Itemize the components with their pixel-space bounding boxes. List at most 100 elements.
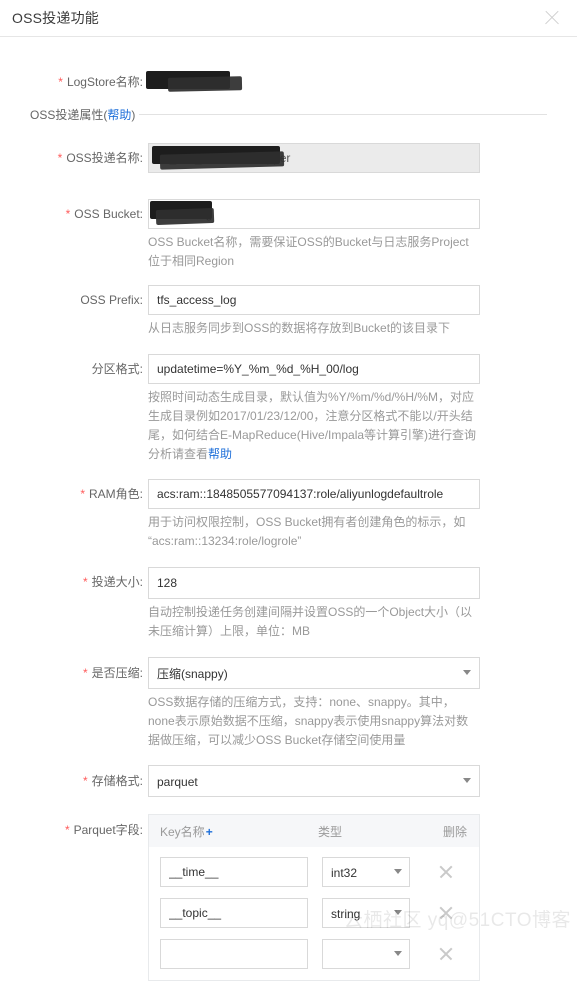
section-title-text: OSS投递属性 bbox=[30, 108, 104, 122]
oss-prefix-control: 从日志服务同步到OSS的数据将存放到Bucket的该目录下 bbox=[148, 285, 577, 338]
parquet-fields-table: Key名称+ 类型 删除 int32 bbox=[148, 814, 480, 981]
ram-role-input[interactable] bbox=[148, 479, 480, 509]
field-row-parquet-fields: *Parquet字段: Key名称+ 类型 删除 int32 bbox=[0, 814, 577, 981]
ship-size-control: 自动控制投递任务创建间隔并设置OSS的一个Object大小（以未压缩计算）上限，… bbox=[148, 567, 577, 641]
partition-format-control: 按照时间动态生成目录，默认值为%Y/%m/%d/%H/%M，对应生成目录例如20… bbox=[148, 354, 577, 464]
compress-label-col: * 是否压缩: bbox=[0, 657, 148, 689]
delete-row-icon[interactable] bbox=[438, 905, 454, 921]
section-divider-line bbox=[139, 114, 547, 115]
oss-prefix-input[interactable] bbox=[148, 285, 480, 315]
logstore-value-host: oss_backend bbox=[146, 67, 480, 97]
field-row-oss-prefix: OSS Prefix: 从日志服务同步到OSS的数据将存放到Bucket的该目录… bbox=[0, 285, 577, 338]
compress-select-wrap: 压缩(snappy) bbox=[148, 657, 480, 689]
delete-row-icon[interactable] bbox=[438, 946, 454, 962]
required-asterisk: * bbox=[80, 487, 85, 501]
oss-bucket-input[interactable] bbox=[148, 199, 480, 229]
field-row-compress: * 是否压缩: 压缩(snappy) OSS数据存储的压缩方式，支持：none、s… bbox=[0, 657, 577, 750]
parquet-fields-label-col: * Parquet字段: bbox=[0, 814, 148, 847]
partition-format-label-col: 分区格式: bbox=[0, 354, 148, 384]
field-row-storage-format: * 存储格式: parquet bbox=[0, 765, 577, 797]
shipper-name-label: OSS投递名称: bbox=[66, 151, 143, 165]
parquet-type-select[interactable]: string bbox=[322, 898, 410, 928]
logstore-value-col: oss_backend bbox=[146, 67, 577, 97]
storage-format-label-col: * 存储格式: bbox=[0, 765, 148, 797]
partition-format-help-link[interactable]: 帮助 bbox=[208, 447, 232, 461]
partition-format-input[interactable] bbox=[148, 354, 480, 384]
section-oss-attributes: OSS投递属性(帮助) bbox=[30, 106, 577, 123]
parquet-type-wrap bbox=[322, 939, 410, 969]
parquet-key-input[interactable] bbox=[160, 898, 308, 928]
parquet-type-select[interactable]: int32 bbox=[322, 857, 410, 887]
oss-bucket-control: OSS Bucket名称，需要保证OSS的Bucket与日志服务Project位… bbox=[148, 199, 577, 271]
parquet-header-key: Key名称+ bbox=[160, 823, 318, 840]
table-row: int32 bbox=[160, 857, 479, 887]
parquet-table-body: int32 string bbox=[148, 847, 480, 981]
field-row-logstore: * LogStore名称: oss_backend bbox=[0, 67, 577, 97]
parquet-key-input[interactable] bbox=[160, 857, 308, 887]
add-field-icon[interactable]: + bbox=[206, 825, 213, 839]
parquet-fields-label: Parquet字段: bbox=[73, 823, 143, 837]
oss-bucket-hint: OSS Bucket名称，需要保证OSS的Bucket与日志服务Project位… bbox=[148, 235, 469, 268]
parquet-header-type: 类型 bbox=[318, 824, 343, 839]
ship-size-label: 投递大小: bbox=[91, 575, 143, 589]
parquet-type-select[interactable] bbox=[322, 939, 410, 969]
shipper-name-label-col: * OSS投递名称: bbox=[0, 143, 148, 173]
field-row-partition-format: 分区格式: 按照时间动态生成目录，默认值为%Y/%m/%d/%H/%M，对应生成… bbox=[0, 354, 577, 464]
partition-format-label: 分区格式: bbox=[91, 362, 143, 376]
field-row-ship-size: *投递大小: 自动控制投递任务创建间隔并设置OSS的一个Object大小（以未压… bbox=[0, 567, 577, 641]
shipper-name-control bbox=[148, 143, 577, 173]
field-row-ram-role: *RAM角色: 用于访问权限控制，OSS Bucket拥有者创建角色的标示，如“… bbox=[0, 479, 577, 551]
dialog-header: OSS投递功能 bbox=[0, 0, 577, 37]
oss-bucket-label-col: * OSS Bucket: bbox=[0, 199, 148, 229]
field-row-shipper-name: * OSS投递名称: bbox=[0, 143, 577, 173]
table-row: string bbox=[160, 898, 479, 928]
compress-select[interactable]: 压缩(snappy) bbox=[148, 657, 480, 689]
parquet-type-wrap: string bbox=[322, 898, 410, 928]
partition-format-hint-text: 按照时间动态生成目录，默认值为%Y/%m/%d/%H/%M，对应生成目录例如20… bbox=[148, 390, 477, 461]
section-title: OSS投递属性(帮助) bbox=[30, 106, 135, 123]
section-help-link[interactable]: 帮助 bbox=[107, 108, 131, 122]
ram-role-hint: 用于访问权限控制，OSS Bucket拥有者创建角色的标示，如“acs:ram:… bbox=[148, 515, 466, 548]
storage-format-control: parquet bbox=[148, 765, 577, 797]
shipper-name-host bbox=[148, 143, 480, 173]
logstore-value: oss_backend bbox=[148, 75, 219, 89]
required-asterisk: * bbox=[58, 75, 63, 89]
field-row-oss-bucket: *OSS Bucket: OSS Bucket名称，需要保证OSS的Bucket… bbox=[0, 199, 577, 271]
required-asterisk: * bbox=[82, 575, 88, 589]
storage-format-select[interactable]: parquet bbox=[148, 765, 480, 797]
required-asterisk: * bbox=[82, 774, 88, 788]
parquet-type-wrap: int32 bbox=[322, 857, 410, 887]
ship-size-label-col: * 投递大小: bbox=[0, 567, 148, 597]
table-row bbox=[160, 939, 479, 969]
delete-row-icon[interactable] bbox=[438, 864, 454, 880]
parquet-key-input[interactable] bbox=[160, 939, 308, 969]
ram-role-label-col: * RAM角色: bbox=[0, 479, 148, 509]
parquet-header-key-label: Key名称 bbox=[160, 824, 205, 839]
required-asterisk: * bbox=[57, 151, 63, 165]
dialog-title: OSS投递功能 bbox=[12, 10, 99, 26]
parquet-table-header: Key名称+ 类型 删除 bbox=[148, 814, 480, 847]
oss-bucket-label: OSS Bucket: bbox=[74, 207, 143, 221]
partition-format-hint: 按照时间动态生成目录，默认值为%Y/%m/%d/%H/%M，对应生成目录例如20… bbox=[148, 388, 480, 464]
shipper-name-input[interactable] bbox=[148, 143, 480, 173]
ship-size-input[interactable] bbox=[148, 567, 480, 599]
ram-role-control: 用于访问权限控制，OSS Bucket拥有者创建角色的标示，如“acs:ram:… bbox=[148, 479, 577, 551]
compress-control: 压缩(snappy) OSS数据存储的压缩方式，支持：none、snappy。其… bbox=[148, 657, 577, 750]
paren-close: ) bbox=[131, 108, 136, 122]
parquet-header-delete: 删除 bbox=[442, 824, 467, 839]
oss-prefix-label: OSS Prefix: bbox=[80, 293, 143, 307]
required-asterisk: * bbox=[65, 207, 71, 221]
storage-format-select-wrap: parquet bbox=[148, 765, 480, 797]
ram-role-label: RAM角色: bbox=[88, 487, 143, 501]
close-icon[interactable] bbox=[541, 7, 563, 29]
